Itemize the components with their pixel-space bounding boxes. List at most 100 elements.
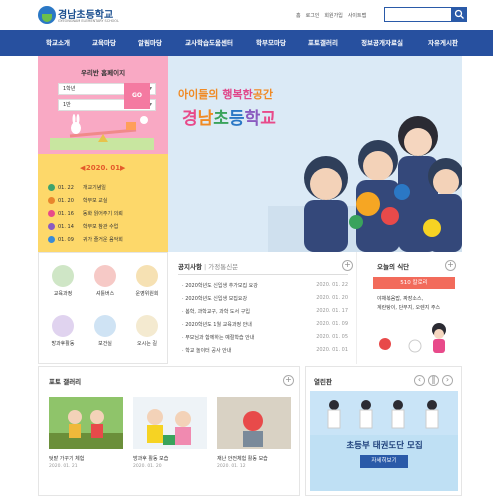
check-icon [48,210,55,217]
notice-row[interactable]: · 2020학년도 신입생 모집요강 2020. 01. 20 [182,295,348,302]
notice-date: 2020. 01. 01 [316,347,348,353]
quick-menu-label: 셔틀버스 [95,291,115,297]
gallery-photo-afterschool[interactable] [133,397,207,449]
details-button[interactable]: 자세히보기 [360,455,408,468]
open-board-headline: 초등부 태권도단 모집 [346,441,423,451]
palette-icon [52,315,74,337]
calendar-event[interactable]: 01. 16 동화 읽어주기 의뢰 [48,210,123,217]
check-icon [48,197,55,204]
school-eng-name: GYEONGNAM ELEMENTARY SCHOOL [58,19,119,23]
meal-menu-line-1: 야채볶음밥, 짜장소스, [377,296,424,302]
banner-word-happy: 행복한 [222,88,253,101]
main-banner: 아이들의 행복한공간 경남초등학교 [168,56,462,252]
quick-menu-item[interactable]: 방과후활동 [43,315,83,347]
tab-notice[interactable]: 공지사항 [178,263,202,271]
nav-item-free-board[interactable]: 자유게시판 [418,30,468,56]
check-icon [48,223,55,230]
prev-slide-icon[interactable]: ‹ [414,375,425,386]
notice-title: 부모님과 함께하는 예절학습 안내 [185,335,255,341]
calendar-event[interactable]: 01. 09 귀가 즐거운 음악회 [48,236,123,243]
nav-item-photo[interactable]: 포토갤러리 [300,30,346,56]
join-link[interactable]: 회원가입 [324,12,342,19]
nav-item-public-info[interactable]: 정보공개자료실 [352,30,412,56]
calendar-event[interactable]: 01. 20 학부모 교실 [48,197,108,204]
notice-row[interactable]: · 2020학년도 신입생 추가모집 요강 2020. 01. 22 [182,282,348,289]
gallery-item-title[interactable]: 텃밭 가꾸기 체험 [49,455,129,462]
gallery-photo-safety[interactable] [217,397,291,449]
notice-divider [178,274,348,275]
gallery-more-icon[interactable]: + [283,375,294,386]
school-icon [52,265,74,287]
meal-title: 오늘의 식단 [377,263,410,271]
quick-menu-item[interactable]: 보건실 [85,315,125,347]
school-logo[interactable]: 경남초등학교 GYEONGNAM ELEMENTARY SCHOOL [38,6,119,26]
search-button[interactable] [452,7,467,22]
next-slide-icon[interactable]: › [442,375,453,386]
nav-item-parents[interactable]: 학부모마당 [248,30,294,56]
notice-row[interactable]: · 학교 놀이터 공사 안내 2020. 01. 01 [182,347,348,354]
site-header: 경남초등학교 GYEONGNAM ELEMENTARY SCHOOL 홈 로그인… [0,0,493,30]
home-link[interactable]: 홈 [296,12,301,19]
banner-word-children: 아이들 [178,88,209,101]
pencil-icon [136,265,158,287]
gallery-item-title[interactable]: 재난 안전체험 활동 모습 [217,455,297,462]
notice-more-icon[interactable]: + [342,260,353,271]
notice-title: 2020학년도 신입생 모집요강 [185,296,248,302]
search-icon [454,9,464,19]
go-button[interactable]: GO [124,83,150,109]
quick-menu-label: 교육과정 [53,291,73,297]
nav-item-education[interactable]: 교육마당 [84,30,124,56]
tab-newsletter[interactable]: 가정통신문 [208,263,238,271]
notice-row[interactable]: · 부모님과 함께하는 예절학습 안내 2020. 01. 05 [182,334,348,341]
pause-icon[interactable]: ‖ [428,375,439,386]
notice-date: 2020. 01. 17 [316,308,348,314]
meal-menu-line-2: 계란탕이, 단무지, 오렌지 주스 [377,305,441,311]
quick-menu-label: 운영위원회 [135,291,159,297]
food-illustration [379,323,446,353]
nav-item-about[interactable]: 학교소개 [40,30,76,56]
banner-word-of: 의 [208,88,223,101]
quick-menu: 교육과정 셔틀버스 운영위원회방과후활동 보건실 오시는 길 [38,252,168,364]
prev-month-icon[interactable]: ◀ [80,164,85,172]
quick-menu-label: 오시는 길 [137,341,157,347]
quick-menu-item[interactable]: 교육과정 [43,265,83,297]
event-date: 01. 20 [58,197,74,204]
next-month-icon[interactable]: ▶ [120,164,125,172]
gallery-photo-garden[interactable] [49,397,123,449]
sitemap-link[interactable]: 사이트맵 [348,12,366,19]
gallery-item-title[interactable]: 방과후 활동 모습 [133,455,213,462]
meal-widget: 오늘의 식단 + 510 칼로리 야채볶음밥, 짜장소스, 계란탕이, 단무지,… [356,252,462,364]
event-text: 귀가 즐거운 음악회 [82,237,123,243]
event-date: 01. 09 [58,236,74,243]
open-board: 열린판 ‹ ‖ › 초등부 태권도단 모집 자세히보기 [305,366,462,496]
check-icon [48,236,55,243]
notice-row[interactable]: · 2020학년도 1월 교육과정 안내 2020. 01. 09 [182,321,348,328]
search-input[interactable] [384,7,452,22]
notice-row[interactable]: · 봄학, 과학교구, 과학 도서 구입 2020. 01. 17 [182,308,348,315]
notice-date: 2020. 01. 09 [316,321,348,327]
quick-menu-item[interactable]: 셔틀버스 [85,265,125,297]
meal-more-icon[interactable]: + [445,260,456,271]
bus-icon [94,265,116,287]
login-link[interactable]: 로그인 [306,12,320,19]
quick-menu-item[interactable]: 운영위원회 [127,265,167,297]
gallery-item-date: 2020. 01. 20 [133,464,162,469]
calendar-event[interactable]: 01. 22 개교기념일 [48,184,106,191]
calendar-event[interactable]: 01. 14 학부모 참관 수업 [48,223,118,230]
nav-item-notice[interactable]: 알림마당 [130,30,170,56]
open-board-title: 열린판 [314,378,332,386]
event-date: 01. 22 [58,184,74,191]
school-emblem-icon [38,6,56,24]
nav-item-teacher-center[interactable]: 교사학습도움센터 [176,30,242,56]
nurse-icon [94,315,116,337]
quick-menu-item[interactable]: 오시는 길 [127,315,167,347]
calendar-month: 2020. 01 [85,164,121,172]
rabbit-seesaw-illustration [50,114,154,150]
calendar-widget: 2020. 01 ◀ ▶ 01. 22 개교기념일 01. 20 학부모 교실 01. … [38,154,168,252]
top-links: 홈 로그인 회원가입 사이트맵 [296,12,366,19]
quick-menu-label: 보건실 [98,341,112,347]
notice-board: 공지사항 | 가정통신문 + · 2020학년도 신입생 추가모집 요강 2020… [168,252,356,364]
banner-title: 경남초등학교 [182,109,276,129]
event-date: 01. 16 [58,210,74,217]
notice-title: 봄학, 과학교구, 과학 도서 구입 [185,309,250,315]
